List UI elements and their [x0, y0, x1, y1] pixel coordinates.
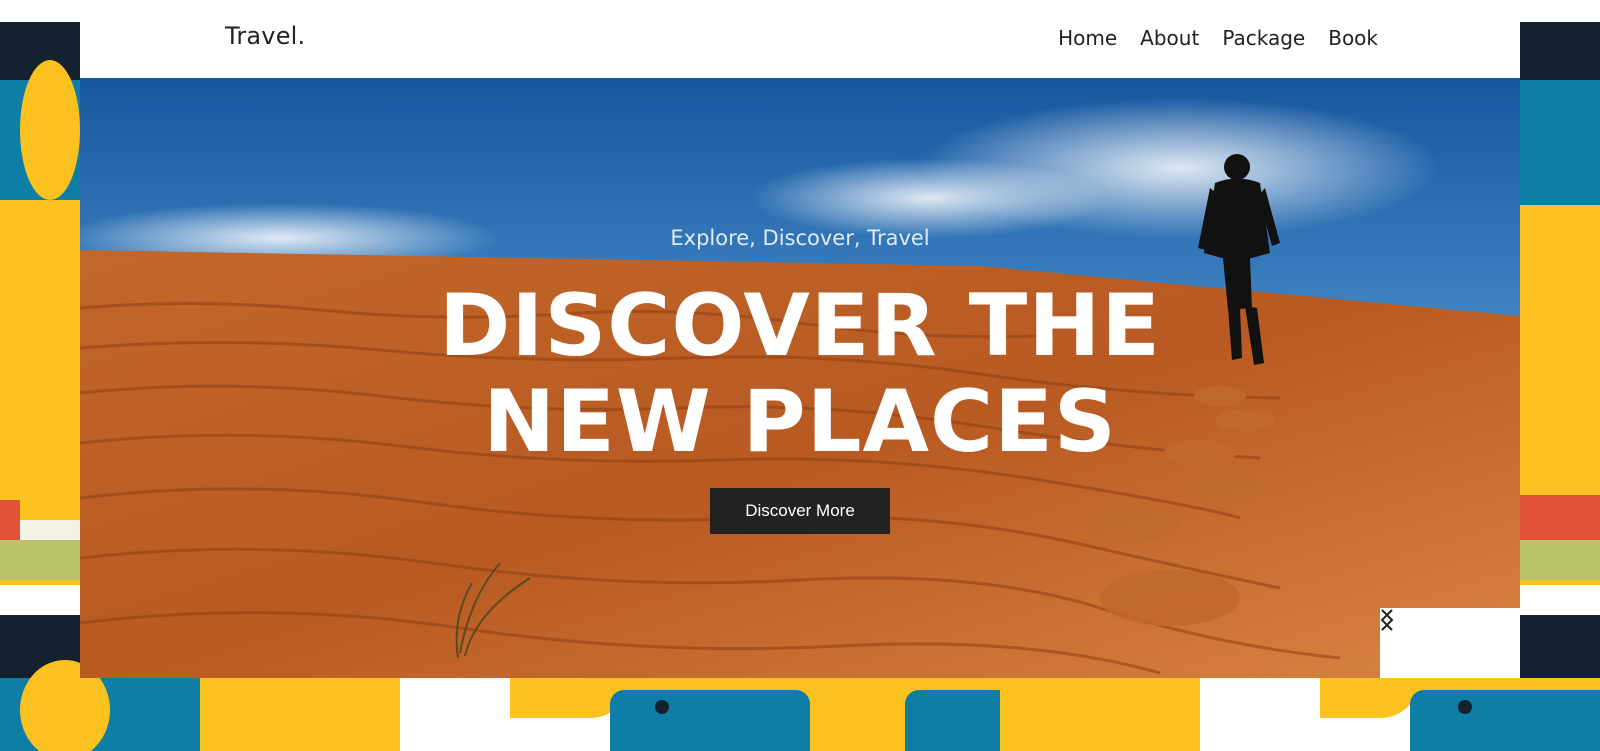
site-panel: Travel. Home About Package Book Explore,…: [80, 0, 1520, 678]
main-nav: Home About Package Book: [1058, 26, 1378, 50]
hero-headline-line1: DISCOVER THE: [438, 276, 1162, 376]
hero-headline-line2: NEW PLACES: [483, 372, 1117, 472]
discover-more-button[interactable]: Discover More: [710, 488, 890, 534]
navbar: Travel. Home About Package Book: [80, 0, 1520, 78]
slider-next-button[interactable]: [1381, 608, 1520, 678]
hero-headline: DISCOVER THE NEW PLACES: [80, 278, 1520, 470]
nav-item-home[interactable]: Home: [1058, 26, 1117, 50]
brand-logo[interactable]: Travel.: [225, 22, 305, 50]
nav-item-book[interactable]: Book: [1328, 26, 1378, 50]
nav-item-package[interactable]: Package: [1222, 26, 1305, 50]
nav-item-about[interactable]: About: [1140, 26, 1199, 50]
hero-content: Explore, Discover, Travel DISCOVER THE N…: [80, 78, 1520, 678]
chevron-right-icon: [1381, 609, 1394, 631]
slider-controls: [1380, 608, 1520, 678]
hero-kicker: Explore, Discover, Travel: [670, 226, 930, 250]
hero-section: Explore, Discover, Travel DISCOVER THE N…: [80, 78, 1520, 678]
